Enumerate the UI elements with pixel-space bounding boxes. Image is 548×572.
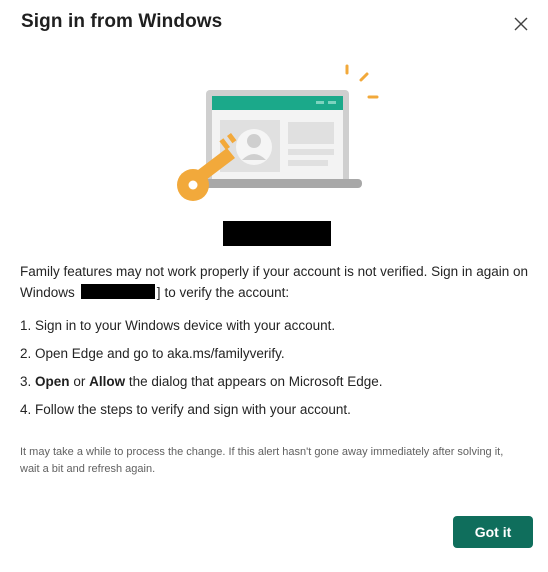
step-item: 3. Open or Allow the dialog that appears… xyxy=(20,372,530,400)
description-bracket: ] xyxy=(156,285,161,300)
dialog-description: Family features may not work properly if… xyxy=(20,261,530,303)
step-bold-allow: Allow xyxy=(89,374,126,389)
close-button[interactable] xyxy=(509,12,533,36)
redacted-account-name xyxy=(223,221,331,246)
laptop-key-illustration xyxy=(177,64,379,201)
step-text: Follow the steps to verify and sign with… xyxy=(35,402,351,417)
got-it-button[interactable]: Got it xyxy=(453,516,533,548)
step-text: the dialog that appears on Microsoft Edg… xyxy=(128,374,383,389)
sign-in-dialog: Sign in from Windows Family features may… xyxy=(0,0,548,572)
step-number: 2. xyxy=(20,346,32,361)
close-icon xyxy=(514,17,528,31)
steps-list: 1. Sign in to your Windows device with y… xyxy=(20,316,530,428)
dialog-title: Sign in from Windows xyxy=(21,11,223,32)
step-text: or xyxy=(73,374,86,389)
description-text-end: to verify the account: xyxy=(164,285,290,300)
step-text: Sign in to your Windows device with your… xyxy=(35,318,336,333)
sparkle-icon xyxy=(345,64,379,99)
step-item: 2. Open Edge and go to aka.ms/familyveri… xyxy=(20,344,530,372)
step-text: Open Edge and go to aka.ms/familyverify. xyxy=(35,346,285,361)
step-item: 4. Follow the steps to verify and sign w… xyxy=(20,400,530,428)
step-number: 4. xyxy=(20,402,32,417)
step-bold-open: Open xyxy=(35,374,70,389)
redacted-device-name xyxy=(80,284,155,299)
step-number: 3. xyxy=(20,374,32,389)
step-number: 1. xyxy=(20,318,32,333)
processing-note: It may take a while to process the chang… xyxy=(20,446,504,475)
step-item: 1. Sign in to your Windows device with y… xyxy=(20,316,530,344)
